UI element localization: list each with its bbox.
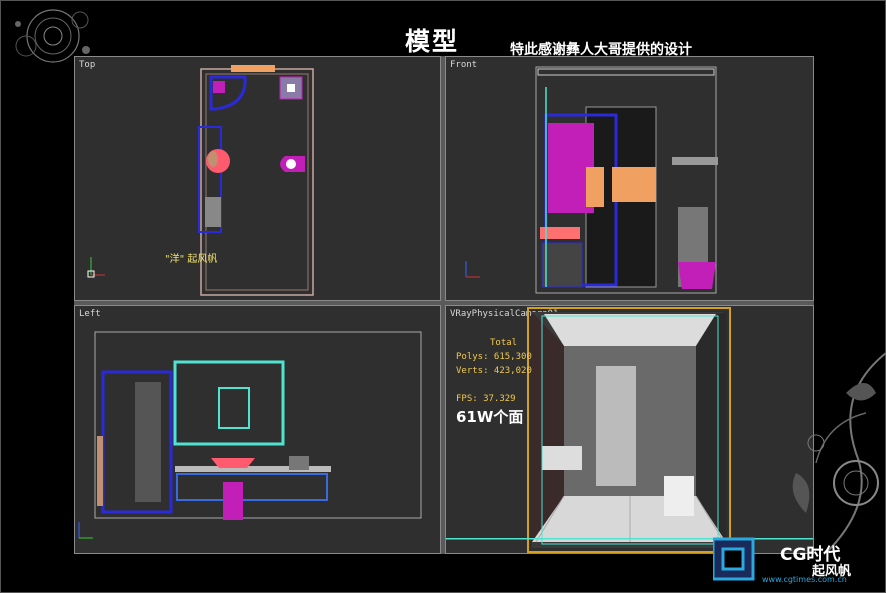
author-watermark: "洋" 起风帆: [165, 254, 218, 265]
face-count-note: 61W个面: [456, 408, 524, 426]
front-view-wireframe: [535, 66, 718, 294]
decorative-floral-bottom-right: [792, 352, 886, 554]
viewport-layout: Top "洋" 起风帆 Front Left VRayPhysicalCamer…: [74, 56, 814, 554]
page-title: 模型: [405, 27, 460, 56]
stats-verts: Verts: 423,020: [456, 366, 532, 376]
stats-fps: FPS: 37.329: [456, 394, 516, 404]
logo-url-text: www.cgtimes.com.cn: [762, 575, 847, 584]
viewport-left[interactable]: Left: [74, 305, 441, 554]
viewport-front[interactable]: Front: [445, 56, 814, 301]
stats-total-label: Total: [490, 338, 518, 348]
viewport-statistics: Total Polys: 615,300 Verts: 423,020 FPS:…: [456, 336, 532, 406]
stats-polys: Polys: 615,300: [456, 352, 532, 362]
axis-gizmo-top: [87, 257, 105, 278]
viewport-top[interactable]: Top "洋" 起风帆: [74, 56, 441, 301]
top-view-wireframe: [198, 65, 314, 296]
axis-gizmo-left: [78, 522, 93, 539]
axis-gizmo-front: [465, 261, 480, 278]
left-view-wireframe: [94, 331, 422, 520]
